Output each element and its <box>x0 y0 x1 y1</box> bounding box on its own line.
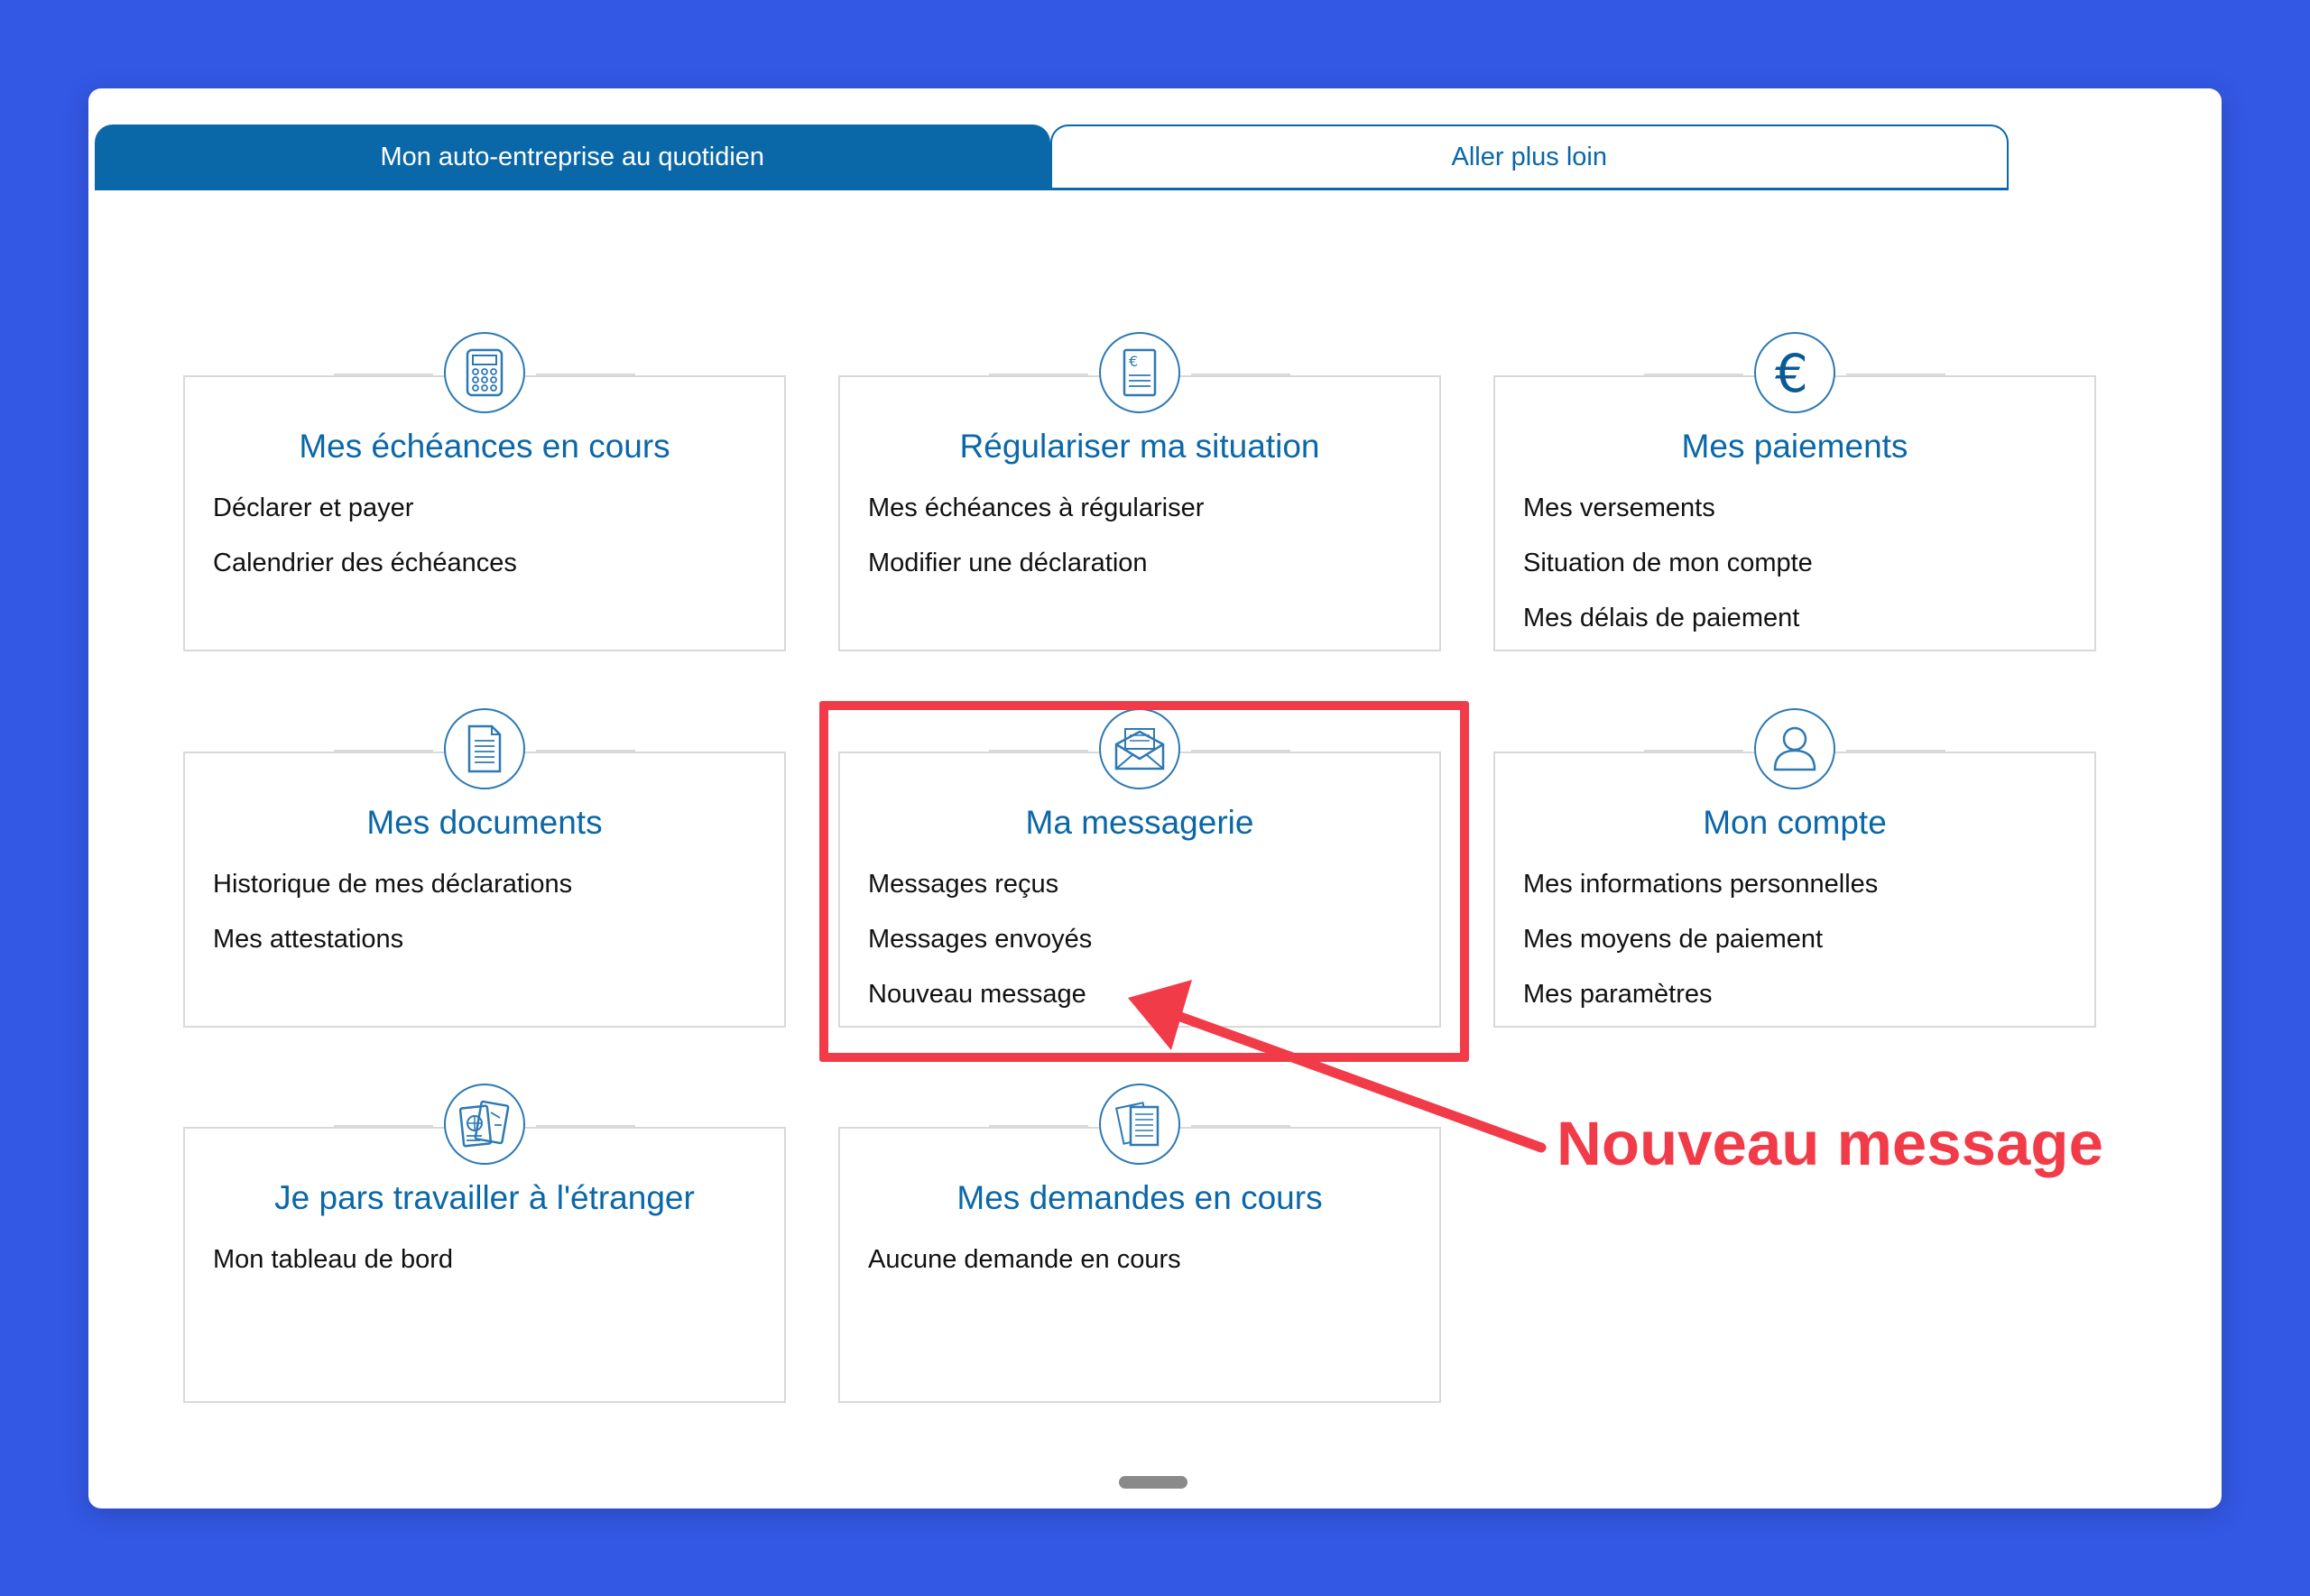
card-title[interactable]: Je pars travailler à l'étranger <box>185 1179 784 1217</box>
card-demandes: Mes demandes en cours Aucune demande en … <box>838 1084 1441 1403</box>
scroll-handle[interactable] <box>1119 1476 1187 1489</box>
card-title[interactable]: Mon compte <box>1495 804 2094 842</box>
link-historique-declarations[interactable]: Historique de mes déclarations <box>213 869 572 924</box>
link-modifier-declaration[interactable]: Modifier une déclaration <box>868 548 1204 603</box>
card-title[interactable]: Mes paiements <box>1495 428 2094 466</box>
card-title[interactable]: Mes échéances en cours <box>185 428 784 466</box>
link-messages-envoyes[interactable]: Messages envoyés <box>868 924 1092 979</box>
link-nouveau-message[interactable]: Nouveau message <box>868 979 1092 1034</box>
link-echeances-regulariser[interactable]: Mes échéances à régulariser <box>868 493 1204 548</box>
calculator-icon <box>334 332 635 413</box>
passport-icon <box>334 1084 635 1165</box>
card-regulariser: € Régulariser ma situation Mes échéances… <box>838 332 1441 651</box>
card-title[interactable]: Mes demandes en cours <box>840 1179 1439 1217</box>
tab-underline <box>95 188 2009 190</box>
link-informations-personnelles[interactable]: Mes informations personnelles <box>1523 869 1878 924</box>
link-messages-recus[interactable]: Messages reçus <box>868 869 1092 924</box>
tab-bar: Mon auto-entreprise au quotidien Aller p… <box>95 125 2009 189</box>
user-icon <box>1644 708 1945 789</box>
card-etranger: Je pars travailler à l'étranger Mon tabl… <box>183 1084 786 1403</box>
card-title[interactable]: Ma messagerie <box>840 804 1439 842</box>
link-declarer-payer[interactable]: Déclarer et payer <box>213 493 517 548</box>
link-moyens-paiement[interactable]: Mes moyens de paiement <box>1523 924 1878 979</box>
card-compte: Mon compte Mes informations personnelles… <box>1493 708 2096 1028</box>
link-calendrier[interactable]: Calendrier des échéances <box>213 548 517 603</box>
card-echeances: Mes échéances en cours Déclarer et payer… <box>183 332 786 651</box>
envelope-icon <box>989 708 1290 789</box>
euro-document-icon: € <box>989 332 1290 413</box>
requests-icon <box>989 1084 1290 1165</box>
link-parametres[interactable]: Mes paramètres <box>1523 979 1878 1034</box>
document-icon <box>334 708 635 789</box>
card-title[interactable]: Mes documents <box>185 804 784 842</box>
link-aucune-demande: Aucune demande en cours <box>868 1245 1181 1274</box>
svg-text:€: € <box>1129 353 1138 370</box>
link-delais-paiement[interactable]: Mes délais de paiement <box>1523 603 1813 658</box>
svg-text:€: € <box>1775 346 1808 399</box>
card-paiements: € Mes paiements Mes versements Situation… <box>1493 332 2096 651</box>
tab-aller-plus-loin[interactable]: Aller plus loin <box>1049 125 2009 189</box>
euro-icon: € <box>1644 332 1945 413</box>
tab-quotidien[interactable]: Mon auto-entreprise au quotidien <box>95 125 1050 189</box>
card-title[interactable]: Régulariser ma situation <box>840 428 1439 466</box>
annotation-label: Nouveau message <box>1557 1109 2103 1178</box>
card-documents: Mes documents Historique de mes déclarat… <box>183 708 786 1028</box>
link-tableau-de-bord[interactable]: Mon tableau de bord <box>213 1244 453 1299</box>
card-messagerie: Ma messagerie Messages reçus Messages en… <box>838 708 1441 1028</box>
link-situation-compte[interactable]: Situation de mon compte <box>1523 548 1813 603</box>
link-attestations[interactable]: Mes attestations <box>213 924 572 979</box>
link-versements[interactable]: Mes versements <box>1523 493 1813 548</box>
